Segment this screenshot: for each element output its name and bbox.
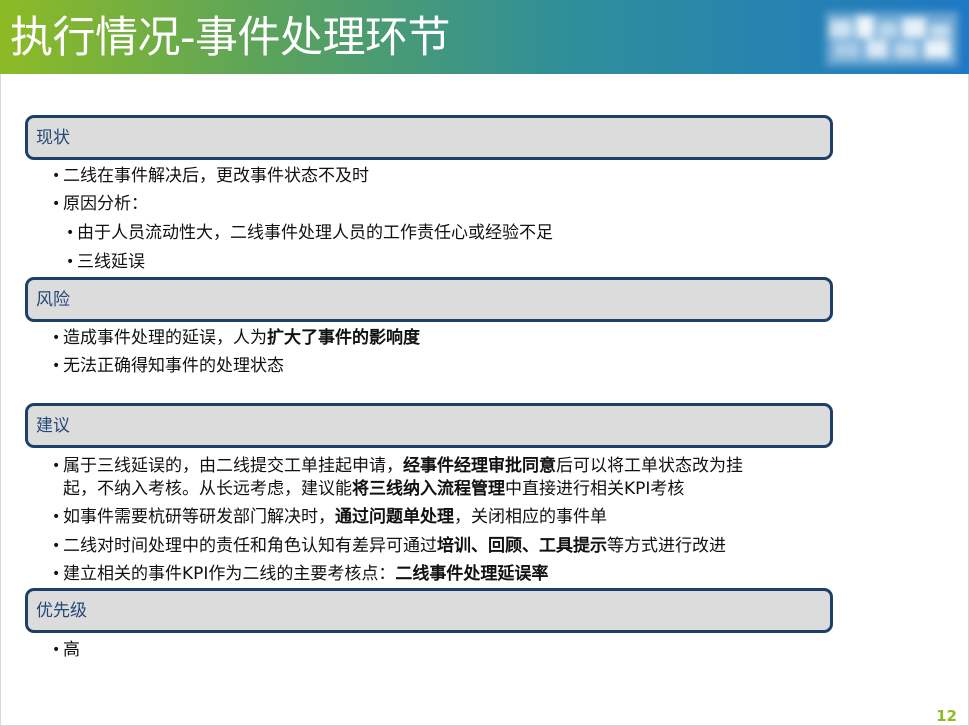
section-box-suggestion: 建议 <box>25 403 833 448</box>
section-label-status: 现状 <box>36 128 70 148</box>
bullet-dot-icon: • <box>52 196 61 212</box>
bullet-suggestion-4: • 建立相关的事件KPI作为二线的主要考核点：二线事件处理延误率 <box>52 560 548 588</box>
bullet-suggestion-1-continued: 起，不纳入考核。从长远考虑，建议能将三线纳入流程管理中直接进行相关KPI考核 <box>63 479 685 499</box>
section-label-suggestion: 建议 <box>36 416 70 436</box>
bullet-dot-icon: • <box>66 225 75 241</box>
section-label-risk: 风险 <box>36 290 70 310</box>
bullet-dot-icon: • <box>52 330 61 346</box>
bullet-priority-1: • 高 <box>52 636 80 664</box>
bullet-risk-1: • 造成事件处理的延误，人为扩大了事件的影响度 <box>52 324 420 352</box>
page-number: 12 <box>936 707 957 725</box>
bullet-status-4: • 三线延误 <box>66 248 145 276</box>
bullet-dot-icon: • <box>52 566 61 582</box>
bullet-status-3: • 由于人员流动性大，二线事件处理人员的工作责任心或经验不足 <box>66 219 553 247</box>
bullet-dot-icon: • <box>52 168 61 184</box>
bullet-suggestion-2: • 如事件需要杭研等研发部门解决时，通过问题单处理，关闭相应的事件单 <box>52 503 607 531</box>
bullet-dot-icon: • <box>52 458 61 474</box>
section-box-priority: 优先级 <box>25 588 833 633</box>
bullet-dot-icon: • <box>66 254 75 270</box>
section-box-risk: 风险 <box>25 277 833 322</box>
bullet-status-1: • 二线在事件解决后，更改事件状态不及时 <box>52 162 369 190</box>
section-label-priority: 优先级 <box>36 601 87 621</box>
section-box-status: 现状 <box>25 115 833 160</box>
bullet-suggestion-3: • 二线对时间处理中的责任和角色认知有差异可通过培训、回顾、工具提示等方式进行改进 <box>52 532 726 560</box>
bullet-status-2: • 原因分析： <box>52 190 148 218</box>
slide-title: 执行情况-事件处理环节 <box>10 13 451 63</box>
title-bar: 执行情况-事件处理环节 <box>0 0 969 74</box>
bullet-dot-icon: • <box>52 509 61 525</box>
bullet-dot-icon: • <box>52 538 61 554</box>
blurred-logo <box>826 12 958 66</box>
bullet-risk-2: • 无法正确得知事件的处理状态 <box>52 352 284 380</box>
bullet-dot-icon: • <box>52 358 61 374</box>
bullet-dot-icon: • <box>52 642 61 658</box>
